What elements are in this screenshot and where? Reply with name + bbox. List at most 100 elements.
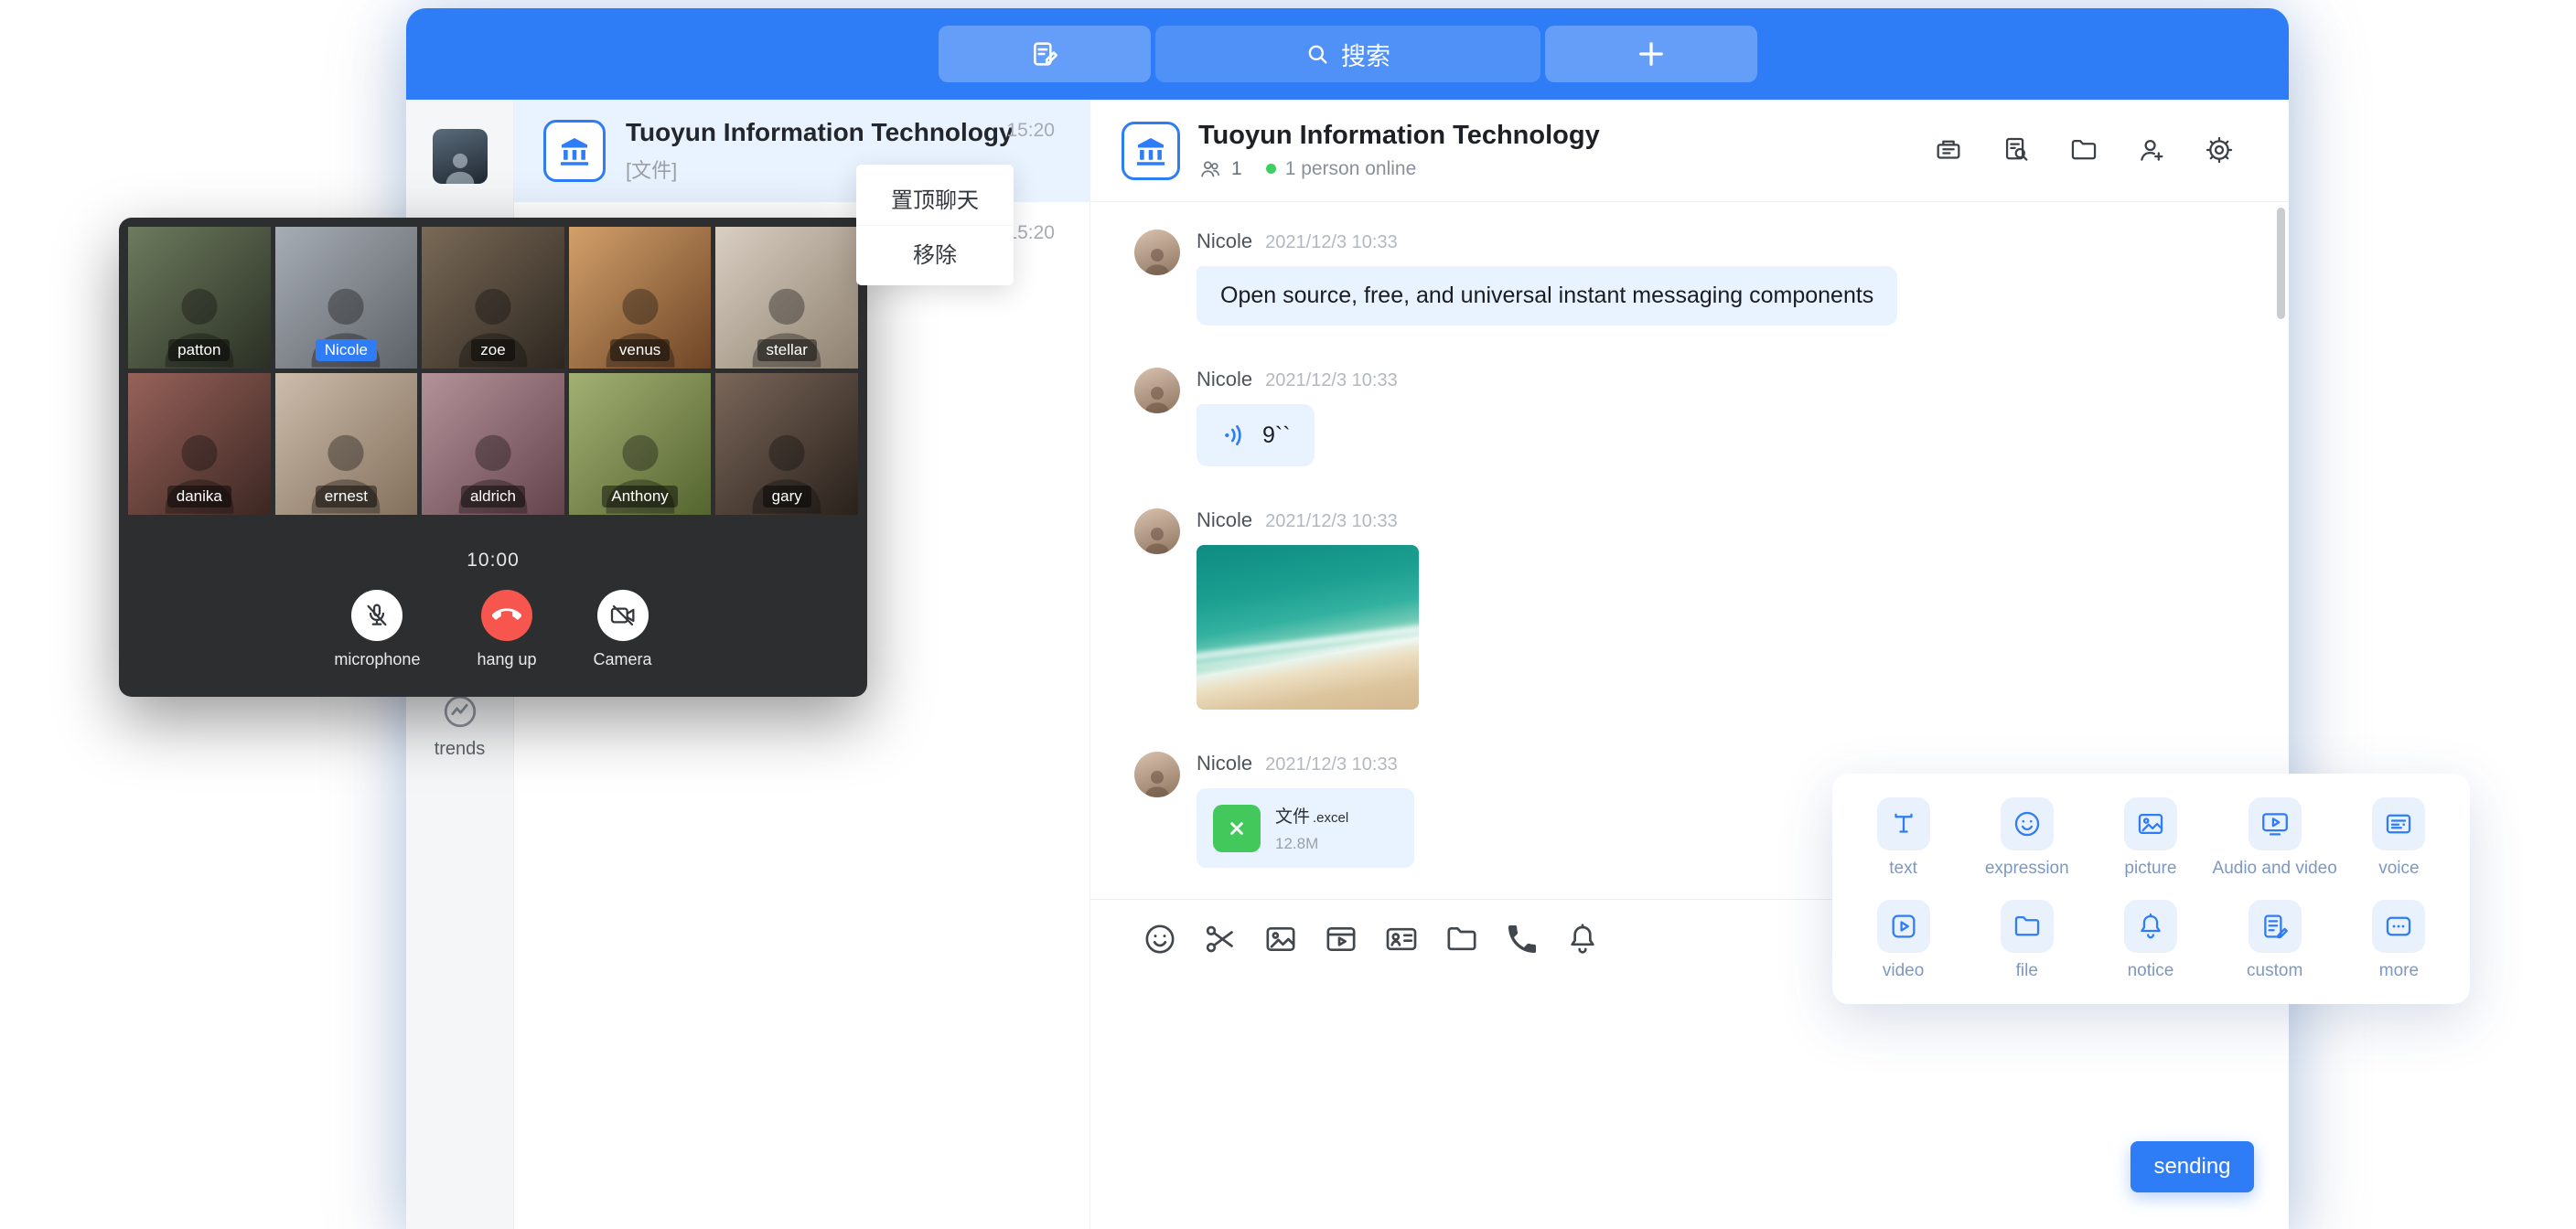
popover-label: file xyxy=(2016,961,2038,981)
popover-item-expression[interactable]: expression xyxy=(1965,786,2088,889)
app-header: 搜索 xyxy=(406,8,2289,100)
participant-name: danika xyxy=(167,486,231,508)
popover-item-custom[interactable]: custom xyxy=(2213,889,2337,991)
file-name: 文件.excel xyxy=(1275,803,1348,828)
notice-button[interactable] xyxy=(1564,921,1601,957)
sender-avatar[interactable] xyxy=(1134,230,1180,275)
hang-up-button[interactable] xyxy=(481,590,532,641)
menu-item-pin-chat[interactable]: 置顶聊天 xyxy=(856,170,1014,225)
sender-name: Nicole xyxy=(1197,368,1252,391)
popover-item-audio-video[interactable]: Audio and video xyxy=(2213,786,2337,889)
emoji-button[interactable] xyxy=(1142,921,1178,957)
participant-tile[interactable]: danika xyxy=(128,373,271,515)
folder-icon xyxy=(2068,134,2099,166)
participant-tile[interactable]: zoe xyxy=(422,227,564,369)
chat-status-row: 1 1 person online xyxy=(1198,157,1600,181)
participant-tile[interactable]: ernest xyxy=(275,373,418,515)
scrollbar-thumb[interactable] xyxy=(2277,208,2285,319)
participant-name: aldrich xyxy=(461,486,525,508)
participant-tile[interactable]: patton xyxy=(128,227,271,369)
message-time: 2021/12/3 10:33 xyxy=(1265,232,1398,253)
sidebar-item-trends[interactable]: trends xyxy=(406,691,513,760)
phone-icon xyxy=(1504,921,1540,957)
send-card-button[interactable] xyxy=(1383,921,1420,957)
voice-icon xyxy=(2383,808,2414,839)
group-avatar xyxy=(543,120,606,182)
image-message-thumbnail[interactable] xyxy=(1197,545,1419,710)
announcement-button[interactable] xyxy=(1932,134,1965,167)
emoji-icon xyxy=(1142,921,1178,957)
chat-history-search-button[interactable] xyxy=(2000,134,2033,167)
desktop-background: 搜索 trends xyxy=(0,0,2576,1229)
avatar-silhouette-icon xyxy=(1139,522,1175,554)
audio-video-icon xyxy=(2259,808,2291,839)
microphone-button[interactable] xyxy=(351,590,402,641)
message-meta: Nicole 2021/12/3 10:33 xyxy=(1197,368,1398,393)
voice-message-bubble[interactable]: 9`` xyxy=(1197,404,1315,466)
participant-tile[interactable]: stellar xyxy=(715,227,858,369)
popover-item-more[interactable]: more xyxy=(2337,889,2461,991)
member-count: 1 xyxy=(1231,158,1242,180)
participant-tile[interactable]: aldrich xyxy=(422,373,564,515)
composer-popover: text expression picture Audio and video … xyxy=(1832,774,2470,1004)
x-glyph-icon xyxy=(1225,817,1249,840)
building-icon xyxy=(555,132,594,170)
video-call-panel: patton Nicole zoe venus stellar danika e… xyxy=(119,218,867,697)
message-meta: Nicole 2021/12/3 10:33 xyxy=(1197,508,1398,534)
send-button[interactable]: sending xyxy=(2131,1141,2254,1192)
send-video-button[interactable] xyxy=(1323,921,1359,957)
message-text-content: Open source, free, and universal instant… xyxy=(1220,283,1873,309)
popover-label: more xyxy=(2379,961,2419,981)
participant-tile[interactable]: gary xyxy=(715,373,858,515)
popover-item-text[interactable]: text xyxy=(1841,786,1965,889)
file-info: 文件.excel 12.8M xyxy=(1275,803,1348,853)
popover-item-voice[interactable]: voice xyxy=(2337,786,2461,889)
sender-avatar[interactable] xyxy=(1134,752,1180,797)
screenshot-button[interactable] xyxy=(1202,921,1239,957)
search-input[interactable]: 搜索 xyxy=(1155,26,1540,82)
participant-tile[interactable]: Nicole xyxy=(275,227,418,369)
file-message-card[interactable]: 文件.excel 12.8M xyxy=(1197,788,1414,868)
bell-icon xyxy=(1564,921,1601,957)
expression-icon-tile xyxy=(2001,797,2054,850)
chat-header-actions xyxy=(1932,134,2236,167)
message-input-area[interactable]: sending xyxy=(1090,978,2289,1229)
sender-avatar[interactable] xyxy=(1134,508,1180,554)
add-member-button[interactable] xyxy=(2135,134,2168,167)
popover-item-picture[interactable]: picture xyxy=(2088,786,2212,889)
add-button[interactable] xyxy=(1545,26,1757,82)
file-icon-tile xyxy=(2001,900,2054,953)
settings-button[interactable] xyxy=(2203,134,2236,167)
microphone-muted-icon xyxy=(362,601,392,630)
notice-icon-tile xyxy=(2124,900,2177,953)
send-picture-button[interactable] xyxy=(1262,921,1299,957)
camera-control: Camera xyxy=(594,590,652,669)
user-avatar[interactable] xyxy=(433,129,488,184)
popover-item-notice[interactable]: notice xyxy=(2088,889,2212,991)
more-icon-tile xyxy=(2372,900,2425,953)
picture-icon-tile xyxy=(2124,797,2177,850)
send-file-button[interactable] xyxy=(1444,921,1480,957)
compose-button[interactable] xyxy=(939,26,1151,82)
voice-icon-tile xyxy=(2372,797,2425,850)
participant-name: zoe xyxy=(471,339,514,361)
participant-tile[interactable]: Anthony xyxy=(569,373,712,515)
microphone-control: microphone xyxy=(334,590,420,669)
message-time: 2021/12/3 10:33 xyxy=(1265,511,1398,532)
message-meta: Nicole 2021/12/3 10:33 xyxy=(1197,752,1398,777)
sender-avatar[interactable] xyxy=(1134,368,1180,413)
online-status: 1 person online xyxy=(1285,158,1417,180)
popover-item-video[interactable]: video xyxy=(1841,889,1965,991)
participant-tile[interactable]: venus xyxy=(569,227,712,369)
popover-item-file[interactable]: file xyxy=(1965,889,2088,991)
popover-label: text xyxy=(1889,859,1917,879)
notice-bell-icon xyxy=(2135,911,2166,942)
files-button[interactable] xyxy=(2067,134,2100,167)
text-message-bubble[interactable]: Open source, free, and universal instant… xyxy=(1197,266,1897,326)
camera-button[interactable] xyxy=(597,590,649,641)
message-body: Nicole 2021/12/3 10:33 9`` xyxy=(1197,368,1398,466)
contact-card-icon xyxy=(1383,921,1420,957)
menu-item-remove[interactable]: 移除 xyxy=(856,225,1014,280)
picture-icon xyxy=(1262,921,1299,957)
call-button[interactable] xyxy=(1504,921,1540,957)
